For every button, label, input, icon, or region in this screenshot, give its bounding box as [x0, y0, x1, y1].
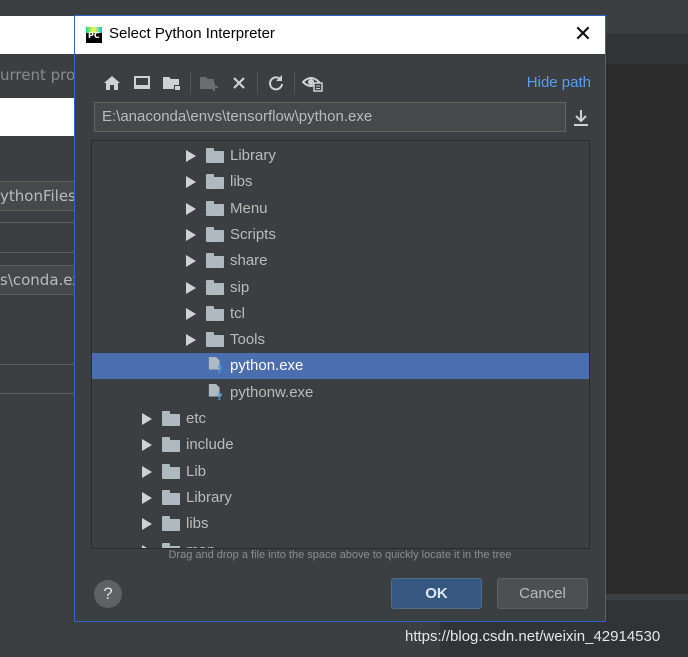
folder-icon [162, 437, 180, 453]
background-field[interactable]: s\conda.ex [0, 265, 76, 295]
background-divider [0, 222, 76, 223]
folder-icon [162, 463, 180, 479]
refresh-icon[interactable] [261, 69, 291, 97]
unknown-file-icon: ? [208, 357, 223, 374]
show-hidden-icon[interactable] [298, 69, 328, 97]
background-field[interactable]: ythonFiles [0, 181, 76, 211]
expand-arrow-icon[interactable] [186, 150, 196, 162]
svg-text:?: ? [217, 392, 223, 401]
tree-file-row[interactable]: ? pythonw.exe [92, 380, 589, 406]
folder-icon [206, 200, 224, 216]
folder-icon [206, 226, 224, 242]
unknown-file-icon: ? [208, 383, 223, 401]
background-right-header [605, 34, 688, 64]
desktop-icon[interactable] [127, 69, 157, 97]
drag-drop-hint: Drag and drop a file into the space abov… [168, 549, 512, 561]
new-folder-icon[interactable] [194, 69, 224, 97]
pycharm-logo-icon: PC [86, 27, 102, 43]
hide-path-link[interactable]: Hide path [527, 74, 591, 91]
tree-folder-row[interactable]: Tools [92, 327, 589, 353]
expand-arrow-icon[interactable] [186, 176, 196, 189]
folder-icon [162, 516, 180, 532]
tree-item-label: Lib [186, 462, 207, 480]
tree-item-label: Library [186, 488, 232, 506]
expand-arrow-icon[interactable] [186, 334, 196, 347]
watermark-url: https://blog.csdn.net/weixin_42914530 [405, 628, 661, 645]
background-divider [0, 252, 76, 253]
expand-arrow-icon[interactable] [142, 518, 152, 531]
folder-icon [162, 411, 180, 426]
close-button[interactable]: ✕ [571, 22, 595, 48]
home-icon[interactable] [97, 69, 127, 97]
folder-icon [206, 148, 224, 163]
folder-icon [206, 332, 224, 348]
tree-item-label: pythonw.exe [230, 383, 314, 401]
tree-folder-row[interactable]: share [92, 248, 589, 274]
tree-folder-row[interactable]: include [92, 432, 589, 458]
tree-folder-row[interactable]: etc [92, 406, 589, 432]
expand-arrow-icon[interactable] [186, 228, 196, 241]
folder-icon [206, 253, 224, 269]
tree-file-row[interactable]: ? python.exe [92, 353, 589, 380]
dialog-titlebar[interactable]: PC Select Python Interpreter ✕ [75, 16, 605, 54]
tree-folder-row[interactable]: Lib [92, 459, 589, 485]
tree-folder-row[interactable]: libs [92, 169, 589, 195]
tree-item-label: Tools [230, 331, 266, 349]
tree-item-label: include [186, 436, 234, 454]
tree-folder-row[interactable]: sip [92, 275, 589, 301]
tree-folder-row[interactable]: man [92, 538, 589, 549]
folder-icon [206, 279, 224, 295]
file-chooser-toolbar [97, 69, 328, 97]
tree-item-label: Menu [230, 199, 268, 217]
background-divider [0, 364, 76, 365]
delete-icon[interactable] [224, 69, 254, 97]
toolbar-separator [190, 72, 191, 94]
background-title-area [0, 16, 76, 54]
expand-arrow-icon[interactable] [142, 465, 152, 478]
expand-arrow-icon[interactable] [142, 439, 152, 452]
help-button[interactable]: ? [94, 580, 122, 608]
tree-item-label: python.exe [230, 357, 304, 375]
tree-item-label: sip [230, 278, 250, 296]
expand-arrow-icon[interactable] [186, 307, 196, 320]
tree-item-label: libs [186, 515, 209, 533]
tree-folder-row[interactable]: tcl [92, 301, 589, 327]
tree-item-label: Library [230, 147, 276, 164]
background-label: urrent proj [0, 66, 80, 84]
folder-icon [206, 174, 224, 190]
tree-item-label: Scripts [230, 225, 276, 243]
background-divider [0, 393, 76, 394]
expand-arrow-icon[interactable] [142, 491, 152, 504]
folder-icon [162, 489, 180, 505]
tree-item-label: libs [230, 173, 253, 191]
folder-icon [206, 305, 224, 321]
tree-folder-row[interactable]: Library [92, 143, 589, 169]
svg-text:?: ? [217, 365, 223, 374]
download-icon[interactable] [569, 106, 593, 130]
path-input[interactable]: E:\anaconda\envs\tensorflow\python.exe [94, 102, 566, 132]
expand-arrow-icon[interactable] [186, 255, 196, 268]
ok-button[interactable]: OK [391, 578, 482, 609]
tree-folder-row[interactable]: libs [92, 511, 589, 537]
tree-folder-row[interactable]: Menu [92, 196, 589, 222]
tree-item-label: man [186, 542, 215, 549]
background-right-panel [605, 64, 688, 594]
select-interpreter-dialog: PC Select Python Interpreter ✕ Hide path… [74, 15, 606, 622]
background-input[interactable] [0, 98, 76, 136]
background-statusbar [0, 620, 440, 657]
tree-item-label: tcl [230, 304, 245, 322]
project-folder-icon[interactable] [157, 69, 187, 97]
toolbar-separator [294, 72, 295, 94]
tree-folder-row[interactable]: Scripts [92, 222, 589, 248]
expand-arrow-icon[interactable] [142, 413, 152, 425]
tree-item-label: share [230, 252, 268, 270]
tree-folder-row[interactable]: Library [92, 485, 589, 511]
tree-item-label: etc [186, 410, 207, 427]
file-tree[interactable]: man libs Library Lib include etc? pythonw.exe?… [91, 140, 590, 549]
expand-arrow-icon[interactable] [186, 202, 196, 215]
toolbar-separator [257, 72, 258, 94]
cancel-button[interactable]: Cancel [497, 578, 588, 609]
expand-arrow-icon[interactable] [186, 281, 196, 294]
dialog-title: Select Python Interpreter [109, 25, 275, 42]
